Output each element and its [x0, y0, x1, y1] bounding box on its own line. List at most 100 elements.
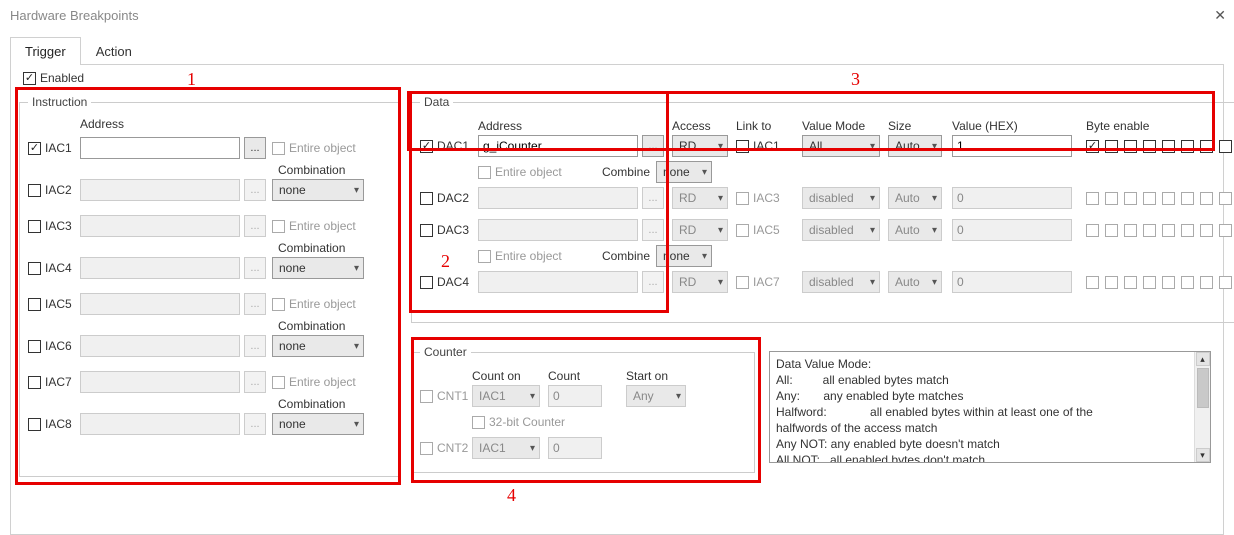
chevron-down-icon: ▾ [718, 141, 723, 152]
close-icon[interactable]: ✕ [1214, 7, 1226, 24]
help-text: Data Value Mode: All: all enabled bytes … [770, 352, 1210, 463]
button-dac1-browse[interactable]: ... [642, 135, 664, 157]
label-dac2-link: IAC3 [753, 191, 780, 205]
input-iac5-address[interactable] [80, 293, 240, 315]
select-dac1-access[interactable]: RD▾ [672, 135, 728, 157]
select-cnt1-counton: IAC1▾ [472, 385, 540, 407]
label-combine-12: Combine [602, 165, 650, 179]
input-dac1-value[interactable] [952, 135, 1072, 157]
select-dac1-size[interactable]: Auto▾ [888, 135, 942, 157]
button-iac5-browse: ... [244, 293, 266, 315]
byte-enable-dac1-0[interactable] [1086, 140, 1099, 153]
checkbox-iac6[interactable] [28, 340, 41, 353]
byte-enable-dac4-2 [1124, 276, 1137, 289]
data-link-header: Link to [736, 119, 771, 133]
instruction-address-header: Address [80, 117, 124, 131]
label-combine-34: Combine [602, 249, 650, 263]
button-iac1-browse[interactable]: ... [244, 137, 266, 159]
checkbox-dac1-link[interactable] [736, 140, 749, 153]
label-combination-2: Combination [278, 241, 390, 255]
select-combine-34[interactable]: none▾ [656, 245, 712, 267]
checkbox-iac3[interactable] [28, 220, 41, 233]
tab-action[interactable]: Action [81, 37, 147, 65]
select-dac3-vmode: disabled▾ [802, 219, 880, 241]
byte-enable-dac4-5 [1181, 276, 1194, 289]
label-iac7-entire: Entire object [289, 375, 356, 389]
input-dac4-value [952, 271, 1072, 293]
select-combination-34[interactable]: none▾ [272, 257, 364, 279]
select-combination-78[interactable]: none▾ [272, 413, 364, 435]
byte-enable-dac1-7[interactable] [1219, 140, 1232, 153]
window-title: Hardware Breakpoints [8, 8, 139, 23]
byte-enable-dac3-6 [1200, 224, 1213, 237]
data-value-header: Value (HEX) [952, 119, 1018, 133]
byte-enable-dac1-4[interactable] [1162, 140, 1175, 153]
byte-enable-dac4-6 [1200, 276, 1213, 289]
button-iac6-browse: ... [244, 335, 266, 357]
input-iac7-address[interactable] [80, 371, 240, 393]
label-dac4: DAC4 [437, 275, 469, 289]
input-iac8-address[interactable] [80, 413, 240, 435]
select-dac3-size: Auto▾ [888, 219, 942, 241]
select-combination-12[interactable]: none▾ [272, 179, 364, 201]
input-dac1-address[interactable] [478, 135, 638, 157]
chevron-down-icon: ▾ [718, 225, 723, 236]
byte-enable-dac1-6[interactable] [1200, 140, 1213, 153]
chevron-down-icon: ▾ [702, 167, 707, 178]
checkbox-dac4[interactable] [420, 276, 433, 289]
input-iac1-address[interactable] [80, 137, 240, 159]
label-iac2: IAC2 [45, 183, 72, 197]
checkbox-dac3[interactable] [420, 224, 433, 237]
label-dac3-link: IAC5 [753, 223, 780, 237]
annotation-number-3: 3 [851, 69, 860, 90]
select-dac4-vmode: disabled▾ [802, 271, 880, 293]
byte-enable-dac1-3[interactable] [1143, 140, 1156, 153]
input-dac4-address[interactable] [478, 271, 638, 293]
checkbox-iac5[interactable] [28, 298, 41, 311]
label-dac1-entire: Entire object [495, 165, 562, 179]
button-iac7-browse: ... [244, 371, 266, 393]
annotation-number-4: 4 [507, 485, 516, 506]
checkbox-iac7[interactable] [28, 376, 41, 389]
label-iac6: IAC6 [45, 339, 72, 353]
byte-enable-dac1-5[interactable] [1181, 140, 1194, 153]
checkbox-dac2[interactable] [420, 192, 433, 205]
byte-enable-dac4-1 [1105, 276, 1118, 289]
counter-legend: Counter [420, 345, 471, 359]
select-combine-12[interactable]: none▾ [656, 161, 712, 183]
annotation-number-1: 1 [187, 69, 196, 90]
label-combination-1: Combination [278, 163, 390, 177]
byte-enable-dac1-1[interactable] [1105, 140, 1118, 153]
checkbox-iac2[interactable] [28, 184, 41, 197]
label-iac7: IAC7 [45, 375, 72, 389]
scroll-down-icon[interactable]: ▾ [1196, 448, 1210, 462]
input-iac3-address[interactable] [80, 215, 240, 237]
input-dac3-address[interactable] [478, 219, 638, 241]
label-dac3: DAC3 [437, 223, 469, 237]
checkbox-dac1[interactable] [420, 140, 433, 153]
input-iac6-address[interactable] [80, 335, 240, 357]
help-scrollbar[interactable]: ▴ ▾ [1194, 352, 1210, 462]
tab-trigger[interactable]: Trigger [10, 37, 81, 65]
checkbox-enabled[interactable] [23, 72, 36, 85]
label-dac4-link: IAC7 [753, 275, 780, 289]
checkbox-iac1[interactable] [28, 142, 41, 155]
chevron-down-icon: ▾ [718, 277, 723, 288]
data-vmode-header: Value Mode [802, 119, 865, 133]
checkbox-iac8[interactable] [28, 418, 41, 431]
byte-enable-dac4-3 [1143, 276, 1156, 289]
scroll-up-icon[interactable]: ▴ [1196, 352, 1210, 366]
checkbox-iac4[interactable] [28, 262, 41, 275]
data-byteenable-header: Byte enable [1086, 119, 1149, 133]
byte-enable-dac1-2[interactable] [1124, 140, 1137, 153]
select-combination-56[interactable]: none▾ [272, 335, 364, 357]
select-dac1-vmode[interactable]: All▾ [802, 135, 880, 157]
input-iac2-address[interactable] [80, 179, 240, 201]
counter-count-header: Count [548, 369, 580, 383]
button-dac4-browse: ... [642, 271, 664, 293]
input-iac4-address[interactable] [80, 257, 240, 279]
scroll-thumb[interactable] [1197, 368, 1209, 408]
input-dac2-address[interactable] [478, 187, 638, 209]
button-iac8-browse: ... [244, 413, 266, 435]
label-dac3-entire: Entire object [495, 249, 562, 263]
